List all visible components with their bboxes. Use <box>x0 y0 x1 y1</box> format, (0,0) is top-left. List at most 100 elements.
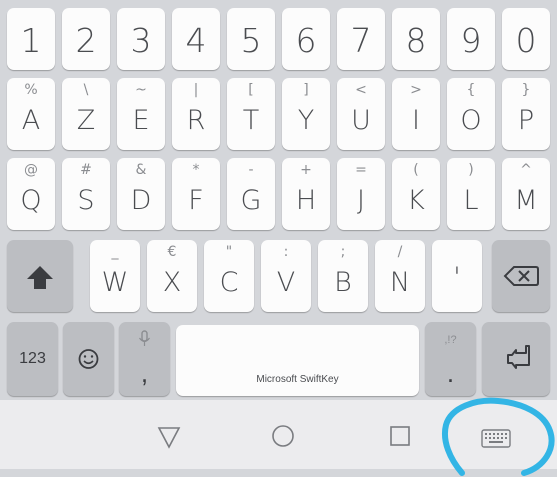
key-label: W <box>101 267 129 298</box>
key-secondary: ~ <box>135 82 147 98</box>
key-secondary: } <box>521 82 531 98</box>
key-l[interactable]: ) L <box>447 158 495 230</box>
key-secondary: = <box>355 162 367 178</box>
space-key[interactable]: Microsoft SwiftKey <box>176 325 419 396</box>
key-secondary: : <box>283 244 289 260</box>
shift-arrow-icon <box>27 266 53 289</box>
recents-button[interactable] <box>380 414 420 454</box>
key-q[interactable]: @ Q <box>7 158 55 230</box>
enter-arrow-icon <box>507 345 530 369</box>
key-2[interactable]: 2 <box>62 8 110 70</box>
key-label: F <box>188 185 204 216</box>
microphone-icon <box>139 330 150 346</box>
key-label: 4 <box>185 21 207 60</box>
key-0[interactable]: 0 <box>502 8 550 70</box>
key-h[interactable]: + H <box>282 158 330 230</box>
comma-key[interactable]: , <box>119 322 170 396</box>
key-g[interactable]: -G <box>227 158 275 230</box>
key-apostrophe[interactable]: ' <box>432 240 482 312</box>
key-e[interactable]: ~ E <box>117 78 165 150</box>
key-i[interactable]: > I <box>392 78 440 150</box>
key-1[interactable]: 1 <box>7 8 55 70</box>
key-m[interactable]: ^ M <box>502 158 550 230</box>
period-label: . <box>446 358 455 388</box>
key-secondary: ( <box>413 162 419 178</box>
keyboard-switch-button[interactable] <box>474 414 518 454</box>
key-7[interactable]: 7 <box>337 8 385 70</box>
key-d[interactable]: & D <box>117 158 165 230</box>
key-label: K <box>407 185 425 216</box>
key-c[interactable]: " C <box>204 240 254 312</box>
key-3[interactable]: 3 <box>117 8 165 70</box>
key-label: V <box>276 267 296 298</box>
key-u[interactable]: < U <box>337 78 385 150</box>
numbers-key[interactable]: 123 <box>7 322 58 396</box>
home-button[interactable] <box>263 414 303 454</box>
key-label: L <box>463 185 479 216</box>
key-label: 1 <box>20 21 42 60</box>
circle-home-icon <box>272 425 294 447</box>
key-j[interactable]: = J <box>337 158 385 230</box>
key-label: N <box>389 267 411 298</box>
key-label: H <box>295 185 317 216</box>
key-secondary: ^ <box>520 162 532 178</box>
key-6[interactable]: 6 <box>282 8 330 70</box>
key-r[interactable]: | R <box>172 78 220 150</box>
shift-key[interactable] <box>7 240 73 312</box>
emoji-key[interactable] <box>63 322 114 396</box>
key-secondary: * <box>192 162 200 178</box>
key-label: Q <box>20 185 42 216</box>
key-label: B <box>334 267 352 298</box>
backspace-key[interactable] <box>492 240 550 312</box>
key-v[interactable]: :V <box>261 240 311 312</box>
space-label: Microsoft SwiftKey <box>256 374 339 385</box>
key-label: I <box>412 105 420 136</box>
key-label: R <box>186 105 206 136</box>
key-8[interactable]: 8 <box>392 8 440 70</box>
key-label: G <box>240 185 262 216</box>
key-label: ' <box>453 262 461 293</box>
key-x[interactable]: € X <box>147 240 197 312</box>
key-label: 6 <box>295 21 317 60</box>
key-f[interactable]: * F <box>172 158 220 230</box>
key-k[interactable]: (K <box>392 158 440 230</box>
keyboard: 1 2 3 4 5 6 7 8 9 0 % A \ Z ~ E | R [T ] Y < U… <box>0 0 557 400</box>
key-secondary: - <box>248 162 254 178</box>
key-s[interactable]: # S <box>62 158 110 230</box>
period-secondary: ,!? <box>444 334 457 346</box>
key-label: Y <box>297 105 315 136</box>
back-button[interactable] <box>149 414 189 454</box>
key-label: 2 <box>75 21 97 60</box>
key-9[interactable]: 9 <box>447 8 495 70</box>
key-b[interactable]: ; B <box>318 240 368 312</box>
key-label: E <box>132 105 150 136</box>
key-label: 3 <box>130 21 152 60</box>
key-w[interactable]: _ W <box>90 240 140 312</box>
key-5[interactable]: 5 <box>227 8 275 70</box>
key-label: P <box>517 105 535 136</box>
key-y[interactable]: ] Y <box>282 78 330 150</box>
key-label: Z <box>76 105 96 136</box>
key-t[interactable]: [T <box>227 78 275 150</box>
key-label: 8 <box>405 21 427 60</box>
key-secondary: € <box>167 244 177 260</box>
key-label: C <box>219 267 239 298</box>
key-n[interactable]: / N <box>375 240 425 312</box>
key-secondary: / <box>397 244 403 260</box>
key-label: A <box>21 105 41 136</box>
key-label: 7 <box>350 21 372 60</box>
key-4[interactable]: 4 <box>172 8 220 70</box>
key-label: 0 <box>515 21 537 60</box>
key-p[interactable]: } P <box>502 78 550 150</box>
numbers-label: 123 <box>19 350 46 367</box>
key-secondary: > <box>410 82 422 98</box>
key-o[interactable]: {O <box>447 78 495 150</box>
key-label: 9 <box>460 21 482 60</box>
key-secondary: % <box>24 82 38 98</box>
period-key[interactable]: ,!? . <box>425 322 476 396</box>
key-a[interactable]: % A <box>7 78 55 150</box>
key-z[interactable]: \ Z <box>62 78 110 150</box>
key-label: M <box>514 185 538 216</box>
key-label: X <box>162 267 182 298</box>
enter-key[interactable] <box>482 322 550 396</box>
